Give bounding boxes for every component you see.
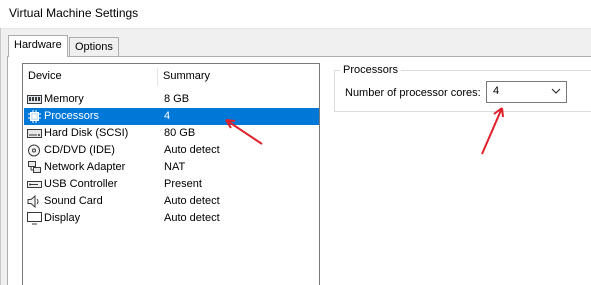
sound-card-icon (27, 194, 42, 209)
device-summary: Present (164, 178, 202, 190)
device-summary: 8 GB (164, 93, 190, 105)
tab-hardware[interactable]: Hardware (8, 35, 68, 57)
chevron-down-icon (550, 85, 562, 97)
display-icon (27, 212, 42, 225)
device-row-display[interactable]: Display Auto detect (24, 210, 319, 227)
column-separator[interactable] (157, 68, 158, 86)
network-adapter-icon (27, 161, 42, 174)
device-name: Processors (44, 110, 100, 122)
processor-cores-label: Number of processor cores: (345, 87, 481, 99)
device-summary: 80 GB (164, 127, 196, 139)
device-name: USB Controller (44, 178, 118, 190)
device-row-memory[interactable]: Memory 8 GB (24, 91, 319, 108)
device-row-network-adapter[interactable]: Network Adapter NAT (24, 159, 319, 176)
window-left-border (0, 28, 1, 285)
processor-icon (27, 110, 42, 123)
tab-options[interactable]: Options (69, 37, 119, 56)
device-row-usb-controller[interactable]: USB Controller Present (24, 176, 319, 193)
processor-cores-value: 4 (493, 85, 500, 97)
title-bar: Virtual Machine Settings (0, 0, 591, 28)
device-row-processors[interactable]: Processors 4 (24, 108, 319, 125)
device-name: Sound Card (44, 195, 103, 207)
column-header-summary[interactable]: Summary (163, 66, 210, 86)
processors-group-title: Processors (340, 64, 402, 76)
device-summary: Auto detect (164, 144, 220, 156)
processor-cores-dropdown[interactable]: 4 (486, 81, 567, 103)
device-summary: NAT (164, 161, 186, 173)
device-name: Display (44, 212, 81, 224)
usb-icon (27, 178, 42, 191)
device-summary: 4 (164, 110, 171, 122)
hard-disk-icon (27, 127, 42, 140)
device-summary: Auto detect (164, 195, 220, 207)
column-header-device[interactable]: Device (28, 66, 62, 86)
device-name: Hard Disk (SCSI) (44, 127, 129, 139)
device-name: CD/DVD (IDE) (44, 144, 115, 156)
window-title: Virtual Machine Settings (9, 6, 139, 20)
device-name: Network Adapter (44, 161, 126, 173)
memory-icon (27, 93, 42, 106)
device-summary: Auto detect (164, 212, 220, 224)
device-row-sound-card[interactable]: Sound Card Auto detect (24, 193, 319, 210)
device-name: Memory (44, 93, 84, 105)
device-row-cd-dvd[interactable]: CD/DVD (IDE) Auto detect (24, 142, 319, 159)
device-row-hard-disk[interactable]: Hard Disk (SCSI) 80 GB (24, 125, 319, 142)
cd-dvd-icon (27, 144, 42, 157)
